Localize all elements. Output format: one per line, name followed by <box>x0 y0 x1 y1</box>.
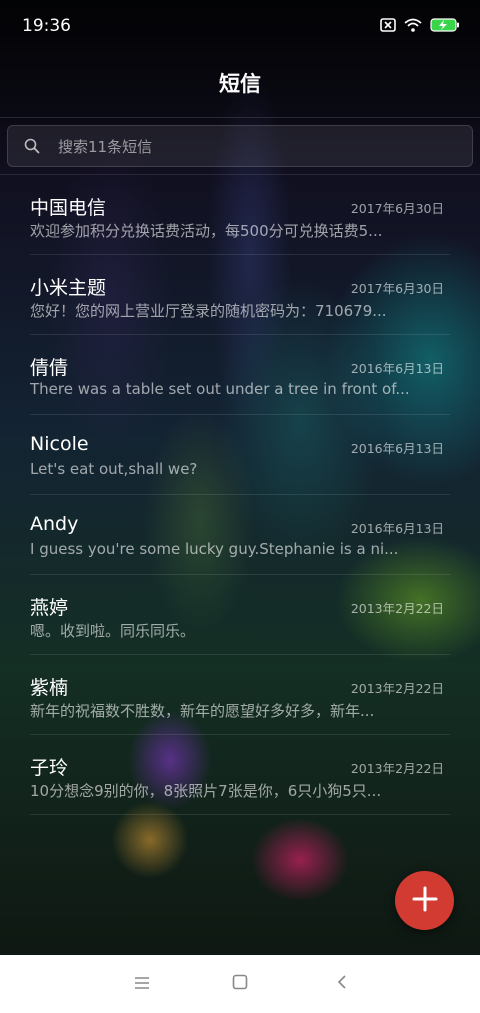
message-preview: 您好！您的网上营业厅登录的随机密码为：710679... <box>30 302 387 320</box>
home-icon <box>232 974 248 994</box>
search-icon <box>24 138 40 158</box>
contact-name: 紫楠 <box>30 677 69 699</box>
contact-name: 中国电信 <box>30 197 107 219</box>
message-date: 2016年6月13日 <box>350 521 444 536</box>
contact-name: 燕婷 <box>30 597 69 619</box>
message-preview: Let's eat out,shall we? <box>30 460 198 478</box>
back-button[interactable] <box>330 973 354 995</box>
contact-name: Nicole <box>30 433 89 455</box>
contact-name: 子玲 <box>30 757 69 779</box>
conversation-row[interactable]: Nicole 2016年6月13日 Let's eat out,shall we… <box>0 415 480 495</box>
navigation-bar <box>0 955 480 1013</box>
message-preview: 10分想念9别的你，8张照片7张是你，6只小狗5只... <box>30 782 382 800</box>
menu-icon <box>134 975 150 994</box>
status-icons <box>380 16 460 36</box>
contact-name: 小米主题 <box>30 277 107 299</box>
search-bar[interactable] <box>7 125 473 168</box>
home-button[interactable] <box>228 973 252 995</box>
conversation-row[interactable]: 倩倩 2016年6月13日 There was a table set out … <box>0 335 480 415</box>
status-time: 19:36 <box>22 16 71 36</box>
conversation-row[interactable]: Andy 2016年6月13日 I guess you're some luck… <box>0 495 480 575</box>
conversation-row[interactable]: 燕婷 2013年2月22日 嗯。收到啦。同乐同乐。 <box>0 575 480 655</box>
conversation-row[interactable]: 紫楠 2013年2月22日 新年的祝福数不胜数，新年的愿望好多好多，新年... <box>0 655 480 735</box>
message-date: 2016年6月13日 <box>350 361 444 376</box>
message-date: 2017年6月30日 <box>350 201 444 216</box>
message-date: 2016年6月13日 <box>350 441 444 456</box>
header-divider <box>0 117 480 118</box>
message-preview: I guess you're some lucky guy.Stephanie … <box>30 540 399 558</box>
page-title: 短信 <box>219 72 261 96</box>
message-preview: 欢迎参加积分兑换话费活动，每500分可兑换话费5... <box>30 222 383 240</box>
contact-name: Andy <box>30 513 79 535</box>
plus-icon <box>411 885 439 917</box>
conversation-list: 中国电信 2017年6月30日 欢迎参加积分兑换话费活动，每500分可兑换话费5… <box>0 175 480 815</box>
message-preview: There was a table set out under a tree i… <box>30 380 410 398</box>
message-date: 2013年2月22日 <box>350 681 444 696</box>
row-divider <box>30 814 450 815</box>
contact-name: 倩倩 <box>30 357 69 379</box>
message-date: 2017年6月30日 <box>350 281 444 296</box>
message-preview: 嗯。收到啦。同乐同乐。 <box>30 622 196 640</box>
status-bar: 19:36 <box>0 0 480 52</box>
battery-charging-icon <box>430 17 460 36</box>
menu-button[interactable] <box>130 973 154 995</box>
search-input[interactable] <box>56 126 460 168</box>
message-preview: 新年的祝福数不胜数，新年的愿望好多好多，新年... <box>30 702 375 720</box>
conversation-row[interactable]: 小米主题 2017年6月30日 您好！您的网上营业厅登录的随机密码为：71067… <box>0 255 480 335</box>
conversation-row[interactable]: 子玲 2013年2月22日 10分想念9别的你，8张照片7张是你，6只小狗5只.… <box>0 735 480 815</box>
message-date: 2013年2月22日 <box>350 761 444 776</box>
header: 短信 <box>0 62 480 106</box>
conversation-row[interactable]: 中国电信 2017年6月30日 欢迎参加积分兑换话费活动，每500分可兑换话费5… <box>0 175 480 255</box>
sim-off-icon <box>380 17 396 36</box>
back-icon <box>336 974 348 994</box>
message-date: 2013年2月22日 <box>350 601 444 616</box>
new-message-button[interactable] <box>395 871 454 930</box>
wifi-icon <box>404 17 422 36</box>
